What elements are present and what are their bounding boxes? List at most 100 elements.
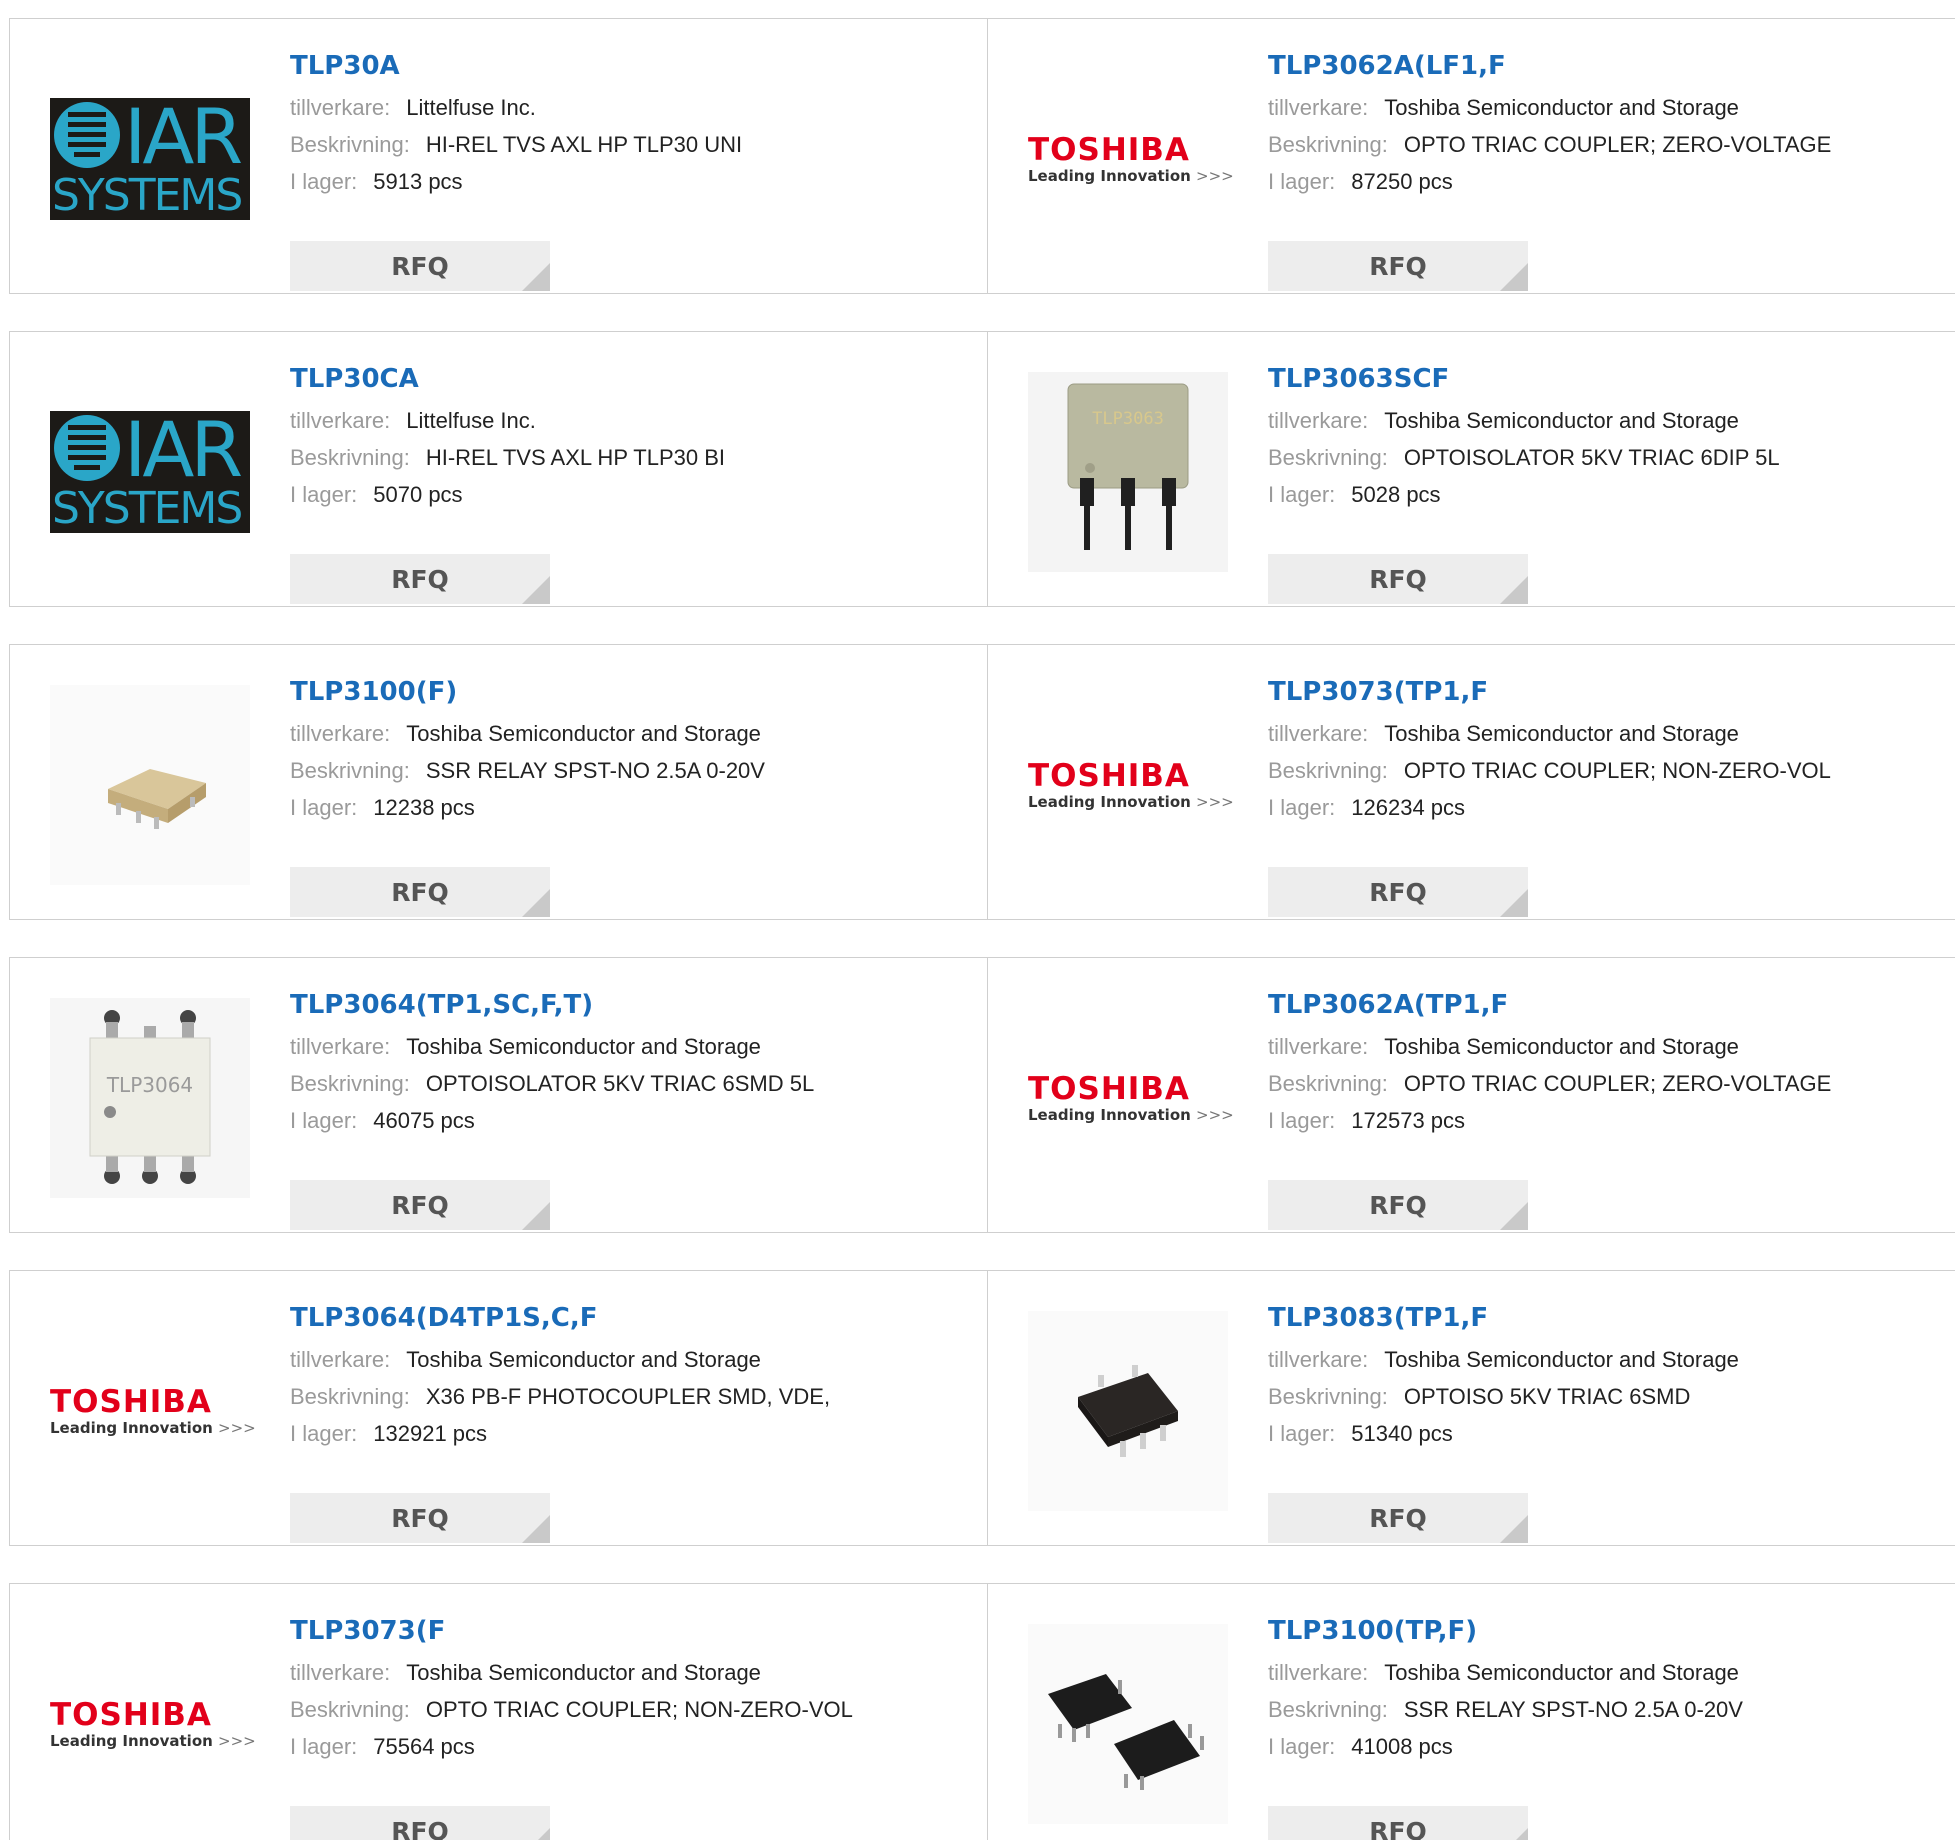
toshiba-logo: TOSHIBA Leading Innovation >>> xyxy=(1028,133,1234,185)
rfq-button[interactable]: RFQ xyxy=(290,554,550,604)
part-number-link[interactable]: TLP3062A(LF1,F xyxy=(1268,49,1928,85)
product-row: TOSHIBA Leading Innovation >>> TLP3064(D… xyxy=(9,1270,1955,1546)
product-thumbnail[interactable] xyxy=(1028,1624,1228,1824)
description-value: SSR RELAY SPST-NO 2.5A 0-20V xyxy=(1403,1697,1743,1722)
rfq-label: RFQ xyxy=(391,877,449,907)
product-info: TLP3063SCF tillverkare: Toshiba Semicondu… xyxy=(1268,362,1928,604)
part-number-link[interactable]: TLP3100(TP,F) xyxy=(1268,1614,1928,1650)
description-value: SSR RELAY SPST-NO 2.5A 0-20V xyxy=(425,758,765,783)
part-number-link[interactable]: TLP3064(TP1,SC,F,T) xyxy=(290,988,950,1024)
toshiba-wordmark: TOSHIBA xyxy=(1028,758,1190,794)
description-value: HI-REL TVS AXL HP TLP30 UNI xyxy=(425,132,743,157)
rfq-button[interactable]: RFQ xyxy=(290,241,550,291)
product-card: TOSHIBA Leading Innovation >>> TLP3073(F… xyxy=(10,1584,988,1840)
description-row: Beskrivning: HI-REL TVS AXL HP TLP30 UNI xyxy=(290,126,950,163)
rfq-label: RFQ xyxy=(391,1816,449,1840)
part-number-link[interactable]: TLP3083(TP1,F xyxy=(1268,1301,1928,1337)
stock-value: 5028 pcs xyxy=(1351,482,1441,507)
part-number-link[interactable]: TLP30A xyxy=(290,49,950,85)
stock-value: 5913 pcs xyxy=(373,169,463,194)
manufacturer-value: Toshiba Semiconductor and Storage xyxy=(406,1347,761,1372)
description-row: Beskrivning: OPTO TRIAC COUPLER; ZERO-VOL… xyxy=(1268,126,1928,163)
manufacturer-label: tillverkare: xyxy=(1268,1660,1369,1685)
description-label: Beskrivning: xyxy=(1268,1384,1388,1409)
rfq-button[interactable]: RFQ xyxy=(290,1493,550,1543)
rfq-button[interactable]: RFQ xyxy=(1268,1180,1528,1230)
iar-circle-icon xyxy=(54,415,120,481)
manufacturer-row: tillverkare: Littelfuse Inc. xyxy=(290,402,950,439)
part-number-link[interactable]: TLP3062A(TP1,F xyxy=(1268,988,1928,1024)
rfq-button[interactable]: RFQ xyxy=(290,1180,550,1230)
manufacturer-label: tillverkare: xyxy=(1268,408,1369,433)
manufacturer-value: Toshiba Semiconductor and Storage xyxy=(406,721,761,746)
stock-value: 41008 pcs xyxy=(1351,1734,1453,1759)
product-info: TLP3062A(LF1,F tillverkare: Toshiba Semic… xyxy=(1268,49,1928,291)
manufacturer-value: Toshiba Semiconductor and Storage xyxy=(1384,1660,1739,1685)
part-number-link[interactable]: TLP3064(D4TP1S,C,F xyxy=(290,1301,950,1337)
description-value: HI-REL TVS AXL HP TLP30 BI xyxy=(425,445,726,470)
iar-systems-text: SYSTEMS xyxy=(52,483,243,533)
product-thumbnail[interactable]: TOSHIBA Leading Innovation >>> xyxy=(1028,998,1234,1198)
product-info: TLP3064(TP1,SC,F,T) tillverkare: Toshiba … xyxy=(290,988,950,1230)
manufacturer-label: tillverkare: xyxy=(290,408,391,433)
product-thumbnail[interactable]: IAR SYSTEMS xyxy=(50,59,250,259)
product-thumbnail[interactable]: IAR SYSTEMS xyxy=(50,372,250,572)
toshiba-tagline: Leading Innovation >>> xyxy=(1028,167,1234,185)
product-info: TLP30A tillverkare: Littelfuse Inc. Beskr… xyxy=(290,49,950,291)
iar-systems-logo: IAR SYSTEMS xyxy=(50,411,250,533)
rfq-label: RFQ xyxy=(1369,877,1427,907)
rfq-label: RFQ xyxy=(391,1190,449,1220)
rfq-button[interactable]: RFQ xyxy=(1268,554,1528,604)
product-thumbnail[interactable]: TOSHIBA Leading Innovation >>> xyxy=(1028,59,1234,259)
manufacturer-value: Littelfuse Inc. xyxy=(406,408,536,433)
description-label: Beskrivning: xyxy=(290,445,410,470)
description-row: Beskrivning: OPTOISOLATOR 5KV TRIAC 6SMD … xyxy=(290,1065,950,1102)
stock-label: I lager: xyxy=(1268,482,1336,507)
manufacturer-label: tillverkare: xyxy=(290,721,391,746)
rfq-label: RFQ xyxy=(1369,251,1427,281)
manufacturer-row: tillverkare: Toshiba Semiconductor and St… xyxy=(290,1341,950,1378)
stock-value: 12238 pcs xyxy=(373,795,475,820)
manufacturer-row: tillverkare: Toshiba Semiconductor and St… xyxy=(1268,1341,1928,1378)
rfq-corner-decoration xyxy=(522,576,550,604)
toshiba-logo: TOSHIBA Leading Innovation >>> xyxy=(1028,1072,1234,1124)
rfq-corner-decoration xyxy=(522,1202,550,1230)
product-thumbnail[interactable]: TOSHIBA Leading Innovation >>> xyxy=(1028,685,1234,885)
rfq-button[interactable]: RFQ xyxy=(1268,867,1528,917)
part-number-link[interactable]: TLP3073(F xyxy=(290,1614,950,1650)
manufacturer-row: tillverkare: Toshiba Semiconductor and St… xyxy=(290,1654,950,1691)
two-black-chips-image xyxy=(1028,1624,1228,1824)
part-number-link[interactable]: TLP3073(TP1,F xyxy=(1268,675,1928,711)
part-number-link[interactable]: TLP3100(F) xyxy=(290,675,950,711)
product-row: TLP3100(F) tillverkare: Toshiba Semicondu… xyxy=(9,644,1955,920)
product-thumbnail[interactable]: TLP3063 xyxy=(1028,372,1228,572)
product-row: TLP3064 TLP3064(TP1,SC,F,T) tillverkare:… xyxy=(9,957,1955,1233)
product-thumbnail[interactable] xyxy=(1028,1311,1228,1511)
stock-value: 51340 pcs xyxy=(1351,1421,1453,1446)
product-thumbnail[interactable]: TOSHIBA Leading Innovation >>> xyxy=(50,1311,256,1511)
product-card: TOSHIBA Leading Innovation >>> TLP3064(D… xyxy=(10,1271,988,1545)
stock-row: I lager: 87250 pcs xyxy=(1268,163,1928,200)
rfq-button[interactable]: RFQ xyxy=(290,1806,550,1840)
rfq-corner-decoration xyxy=(522,1828,550,1840)
product-card: TOSHIBA Leading Innovation >>> TLP3073(T… xyxy=(988,645,1955,919)
part-number-link[interactable]: TLP3063SCF xyxy=(1268,362,1928,398)
manufacturer-row: tillverkare: Toshiba Semiconductor and St… xyxy=(1268,715,1928,752)
product-thumbnail[interactable] xyxy=(50,685,250,885)
product-thumbnail[interactable]: TOSHIBA Leading Innovation >>> xyxy=(50,1624,256,1824)
rfq-corner-decoration xyxy=(1500,263,1528,291)
stock-label: I lager: xyxy=(1268,795,1336,820)
rfq-button[interactable]: RFQ xyxy=(1268,1493,1528,1543)
product-row: TOSHIBA Leading Innovation >>> TLP3073(F… xyxy=(9,1583,1955,1840)
manufacturer-label: tillverkare: xyxy=(290,95,391,120)
manufacturer-row: tillverkare: Toshiba Semiconductor and St… xyxy=(1268,402,1928,439)
product-thumbnail[interactable]: TLP3064 xyxy=(50,998,250,1198)
toshiba-tagline: Leading Innovation >>> xyxy=(50,1419,256,1437)
rfq-button[interactable]: RFQ xyxy=(290,867,550,917)
stock-value: 172573 pcs xyxy=(1351,1108,1466,1133)
rfq-button[interactable]: RFQ xyxy=(1268,1806,1528,1840)
manufacturer-value: Toshiba Semiconductor and Storage xyxy=(1384,408,1739,433)
product-info: TLP3100(F) tillverkare: Toshiba Semicondu… xyxy=(290,675,950,917)
part-number-link[interactable]: TLP30CA xyxy=(290,362,950,398)
rfq-button[interactable]: RFQ xyxy=(1268,241,1528,291)
